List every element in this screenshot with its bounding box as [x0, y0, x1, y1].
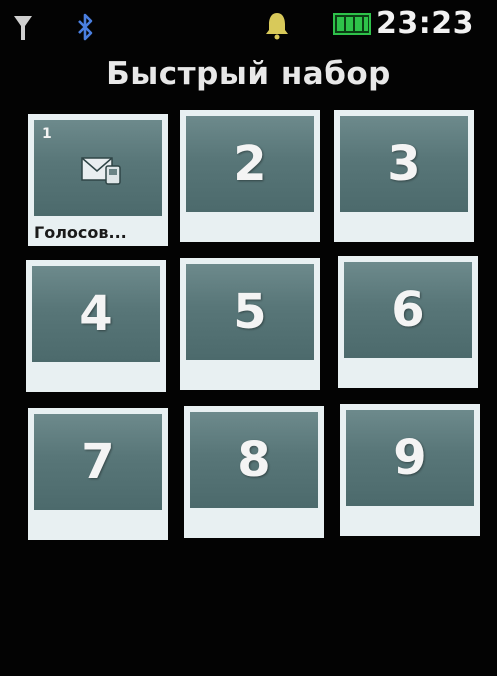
- speed-dial-tile-1[interactable]: 1 Голосов...: [28, 114, 168, 246]
- speed-dial-tile-3[interactable]: 3: [334, 110, 474, 242]
- slot-index-label: 1: [42, 126, 52, 142]
- speed-dial-tile-7[interactable]: 7: [28, 408, 168, 540]
- tile-number: 9: [393, 430, 427, 486]
- tile-number: 6: [391, 282, 425, 338]
- speed-dial-tile-9[interactable]: 9: [340, 404, 480, 536]
- status-clock: 23:23: [376, 6, 474, 41]
- tile-face: 2: [186, 116, 314, 212]
- speed-dial-tile-6[interactable]: 6: [338, 256, 478, 388]
- battery-full-icon: [333, 13, 371, 35]
- tile-face: 7: [34, 414, 162, 510]
- tile-caption: Голосов...: [34, 223, 127, 242]
- speed-dial-tile-4[interactable]: 4: [26, 260, 166, 392]
- tile-number: 8: [237, 432, 271, 488]
- tile-number: 4: [79, 286, 113, 342]
- tile-face: 9: [346, 410, 474, 506]
- tile-number: 5: [233, 284, 267, 340]
- tile-number: 2: [233, 136, 267, 192]
- tile-face: 3: [340, 116, 468, 212]
- tile-number: 7: [81, 434, 115, 490]
- tile-face: 6: [344, 262, 472, 358]
- screen: 23:23 Быстрый набор 1 Голосов... 2 3 4 5…: [0, 0, 497, 676]
- speed-dial-tile-2[interactable]: 2: [180, 110, 320, 242]
- tile-face: 1: [34, 120, 162, 216]
- voicemail-envelope-icon: [81, 157, 121, 185]
- tile-number: 3: [387, 136, 421, 192]
- speed-dial-tile-5[interactable]: 5: [180, 258, 320, 390]
- signal-antenna-icon: [14, 16, 32, 40]
- alarm-bell-icon: [266, 13, 288, 40]
- tile-face: 5: [186, 264, 314, 360]
- tile-face: 8: [190, 412, 318, 508]
- speed-dial-tile-8[interactable]: 8: [184, 406, 324, 538]
- status-bar: 23:23: [0, 0, 497, 50]
- bluetooth-icon: [78, 13, 93, 41]
- page-title: Быстрый набор: [106, 56, 391, 92]
- tile-face: 4: [32, 266, 160, 362]
